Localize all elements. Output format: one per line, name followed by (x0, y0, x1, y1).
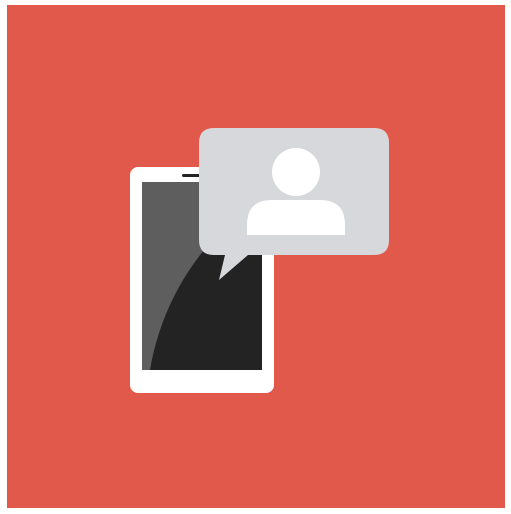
avatar-head (272, 148, 320, 196)
icon-illustration (0, 0, 511, 514)
avatar-shoulders (247, 200, 345, 235)
illustration-svg (7, 5, 505, 508)
